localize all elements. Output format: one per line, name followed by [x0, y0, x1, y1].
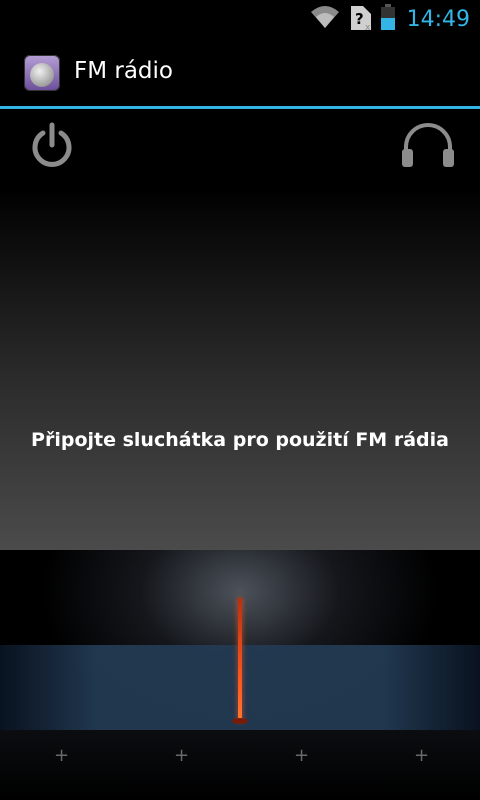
wifi-icon	[309, 4, 341, 34]
power-button[interactable]	[28, 121, 76, 169]
status-icons: ? x 14:49	[309, 4, 470, 34]
no-sim-icon: ? x	[347, 3, 375, 35]
status-time: 14:49	[406, 6, 470, 32]
headphones-required-message: Připojte sluchátka pro použití FM rádia	[31, 429, 449, 451]
headphones-button[interactable]	[400, 121, 456, 169]
tick-mark: +	[414, 745, 430, 766]
app-title: FM rádio	[74, 58, 173, 84]
main-area: Připojte sluchátka pro použití FM rádia	[0, 109, 480, 550]
tuner-needle[interactable]	[238, 598, 242, 722]
tuner-bottom	[0, 730, 480, 800]
tuner-needle-base	[232, 718, 248, 724]
power-icon	[28, 122, 76, 173]
fm-radio-app-icon[interactable]	[24, 55, 60, 91]
tick-mark: +	[294, 745, 310, 766]
battery-icon	[380, 4, 395, 34]
tick-mark: +	[54, 745, 70, 766]
tick-mark: +	[174, 745, 190, 766]
svg-text:?: ?	[355, 10, 364, 28]
status-bar: ? x 14:49	[0, 0, 480, 38]
svg-text:x: x	[365, 23, 371, 31]
tuner-dial[interactable]: + + + +	[0, 550, 480, 800]
headphones-icon	[400, 123, 456, 173]
action-bar: FM rádio	[0, 38, 480, 109]
